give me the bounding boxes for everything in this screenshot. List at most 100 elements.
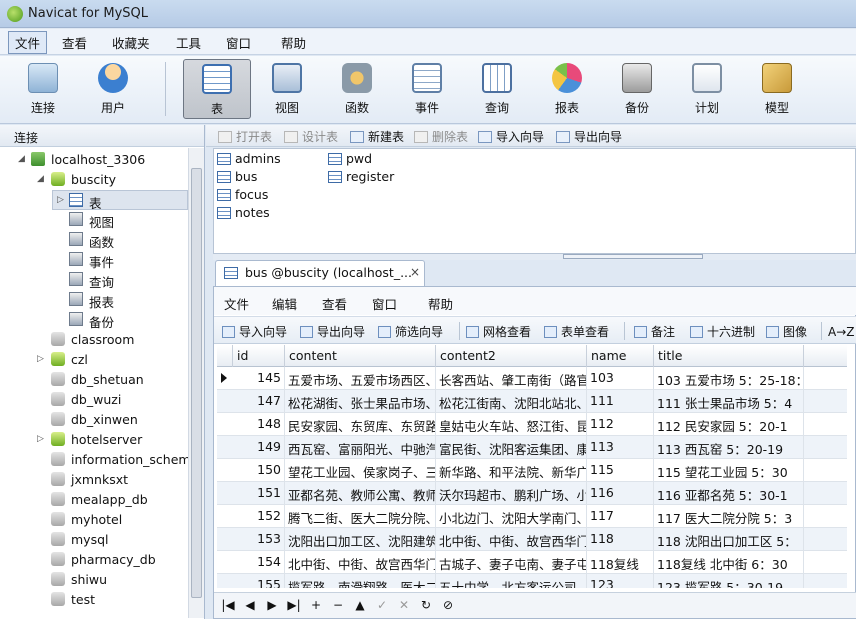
cell-title[interactable]: 113 西瓦窑 5：20-19: [654, 436, 804, 459]
editor-menu-window[interactable]: 窗口: [372, 294, 397, 313]
export-wizard-button[interactable]: 导出向导: [300, 323, 365, 340]
cell-name[interactable]: 111: [587, 390, 654, 413]
table-row[interactable]: 148 民安家园、东贸库、东贸路、 皇姑屯火车站、怒江街、昆 112 112 民安家园 …: [217, 413, 847, 436]
delete-table-button[interactable]: 删除表: [414, 128, 468, 145]
cell-id[interactable]: 154: [233, 551, 285, 574]
object-item-table[interactable]: admins: [217, 151, 281, 166]
menu-help[interactable]: 帮助: [277, 33, 310, 52]
import-wizard-button[interactable]: 导入向导: [222, 323, 287, 340]
add-record-button[interactable]: +: [308, 598, 324, 612]
cell-title[interactable]: 111 张士果品市场 5：4: [654, 390, 804, 413]
cell-id[interactable]: 153: [233, 528, 285, 551]
cell-id[interactable]: 149: [233, 436, 285, 459]
tree-scrollbar[interactable]: [188, 148, 204, 618]
cell-title[interactable]: 116 亚都名苑 5：30-1: [654, 482, 804, 505]
cell-content[interactable]: 揽军路、南滑翔路、医大二院: [285, 574, 436, 588]
tree-item-db[interactable]: jxmnksxt: [0, 470, 188, 490]
tree-item-db[interactable]: db_xinwen: [0, 410, 188, 430]
menu-view[interactable]: 查看: [58, 33, 91, 52]
object-item-table[interactable]: register: [328, 169, 394, 184]
tree-item-functions[interactable]: 函数: [0, 230, 188, 250]
cell-id[interactable]: 148: [233, 413, 285, 436]
toolbar-model-button[interactable]: 模型: [746, 59, 808, 119]
export-wizard-button[interactable]: 导出向导: [556, 128, 622, 145]
tab-close-icon[interactable]: ×: [410, 265, 420, 279]
cell-content[interactable]: 五爱市场、五爱市场西区、沈: [285, 367, 436, 390]
table-row[interactable]: 154 北中街、中街、故宫西华门、 古城子、妻子屯南、妻子屯 118复线 118复线 北…: [217, 551, 847, 574]
cell-title[interactable]: 112 民安家园 5：20-1: [654, 413, 804, 436]
splitter-grip[interactable]: [563, 254, 703, 259]
cell-title[interactable]: 103 五爱市场 5：25-18：: [654, 367, 804, 390]
table-row[interactable]: 155 揽军路、南滑翔路、医大二院 五十中学、北方客运公司、 123 123 揽军路 5…: [217, 574, 847, 588]
cell-content2[interactable]: 松花江街南、沈阳北站北、: [436, 390, 587, 413]
table-row[interactable]: 147 松花湖街、张士果品市场、沈 松花江街南、沈阳北站北、 111 111 张士果品市…: [217, 390, 847, 413]
hex-button[interactable]: 十六进制: [690, 323, 755, 340]
toolbar-report-button[interactable]: 报表: [536, 59, 598, 119]
tree-item-db[interactable]: mysql: [0, 530, 188, 550]
cell-content2[interactable]: 五十中学、北方客运公司、: [436, 574, 587, 588]
cell-id[interactable]: 155: [233, 574, 285, 588]
tree-item-db[interactable]: myhotel: [0, 510, 188, 530]
toolbar-view-button[interactable]: 视图: [256, 59, 318, 119]
column-header-id[interactable]: id: [233, 345, 285, 367]
tree-item-reports[interactable]: 报表: [0, 290, 188, 310]
expanded-arrow-icon[interactable]: ◢: [18, 154, 25, 164]
stop-button[interactable]: ⊘: [440, 598, 456, 612]
toolbar-event-button[interactable]: 事件: [396, 59, 458, 119]
cell-content[interactable]: 沈阳出口加工区、沈阳建筑大: [285, 528, 436, 551]
tree-scrollbar-thumb[interactable]: [191, 168, 202, 598]
toolbar-function-button[interactable]: 函数: [326, 59, 388, 119]
collapsed-arrow-icon[interactable]: ▷: [37, 434, 44, 444]
cell-content2[interactable]: 皇姑屯火车站、怒江街、昆: [436, 413, 587, 436]
cell-id[interactable]: 145: [233, 367, 285, 390]
discard-changes-button[interactable]: ✕: [396, 598, 412, 612]
cell-content2[interactable]: 沃尔玛超市、鹏利广场、小: [436, 482, 587, 505]
object-item-table[interactable]: focus: [217, 187, 268, 202]
tree-item-tables[interactable]: ▷ 表: [52, 190, 188, 211]
tree-item-db[interactable]: db_shetuan: [0, 370, 188, 390]
tree-item-db[interactable]: ▷ hotelserver: [0, 430, 188, 450]
table-row[interactable]: 151 亚都名苑、教师公寓、教师新 沃尔玛超市、鹏利广场、小 116 116 亚都名苑 …: [217, 482, 847, 505]
prior-record-button[interactable]: ◀: [242, 598, 258, 612]
design-table-button[interactable]: 设计表: [284, 128, 338, 145]
cell-name[interactable]: 112: [587, 413, 654, 436]
table-row[interactable]: 149 西瓦窑、富丽阳光、中驰汽车 富民街、沈阳客运集团、康 113 113 西瓦窑 5…: [217, 436, 847, 459]
column-header-content2[interactable]: content2: [436, 345, 587, 367]
collapsed-arrow-icon[interactable]: ▷: [37, 354, 44, 364]
menu-tools[interactable]: 工具: [172, 33, 205, 52]
cell-content[interactable]: 望花工业园、侯家岗子、三台: [285, 459, 436, 482]
cell-name[interactable]: 103: [587, 367, 654, 390]
tree-item-db[interactable]: information_schema: [0, 450, 188, 470]
tree-item-db-buscity[interactable]: ◢ buscity: [0, 170, 188, 190]
column-header-name[interactable]: name: [587, 345, 654, 367]
cell-content[interactable]: 腾飞二街、医大二院分院、医: [285, 505, 436, 528]
toolbar-backup-button[interactable]: 备份: [606, 59, 668, 119]
cell-content[interactable]: 松花湖街、张士果品市场、沈: [285, 390, 436, 413]
cell-id[interactable]: 151: [233, 482, 285, 505]
cell-title[interactable]: 123 揽军路 5：30-19: [654, 574, 804, 588]
open-table-button[interactable]: 打开表: [218, 128, 272, 145]
tree-item-queries[interactable]: 查询: [0, 270, 188, 290]
collapsed-arrow-icon[interactable]: ▷: [57, 195, 64, 205]
object-item-table[interactable]: notes: [217, 205, 270, 220]
tree-item-db[interactable]: test: [0, 590, 188, 610]
toolbar-user-button[interactable]: 用户: [82, 59, 144, 119]
cell-content[interactable]: 亚都名苑、教师公寓、教师新: [285, 482, 436, 505]
toolbar-connection-button[interactable]: 连接: [12, 59, 74, 119]
tree-item-db[interactable]: db_wuzi: [0, 390, 188, 410]
cell-name[interactable]: 118: [587, 528, 654, 551]
cell-name[interactable]: 117: [587, 505, 654, 528]
cell-content[interactable]: 北中街、中街、故宫西华门、: [285, 551, 436, 574]
cell-content2[interactable]: 小北边门、沈阳大学南门、: [436, 505, 587, 528]
tree-item-db[interactable]: classroom: [0, 330, 188, 350]
object-item-table[interactable]: pwd: [328, 151, 372, 166]
editor-menu-help[interactable]: 帮助: [428, 294, 453, 313]
delete-record-button[interactable]: −: [330, 598, 346, 612]
tab-bus-table[interactable]: bus @buscity (localhost_... ×: [215, 260, 425, 286]
cell-content2[interactable]: 新华路、和平法院、新华广: [436, 459, 587, 482]
cell-name[interactable]: 116: [587, 482, 654, 505]
tree-item-db[interactable]: pharmacy_db: [0, 550, 188, 570]
toolbar-schedule-button[interactable]: 计划: [676, 59, 738, 119]
toolbar-table-button[interactable]: 表: [183, 59, 251, 119]
apply-changes-button[interactable]: ✓: [374, 598, 390, 612]
